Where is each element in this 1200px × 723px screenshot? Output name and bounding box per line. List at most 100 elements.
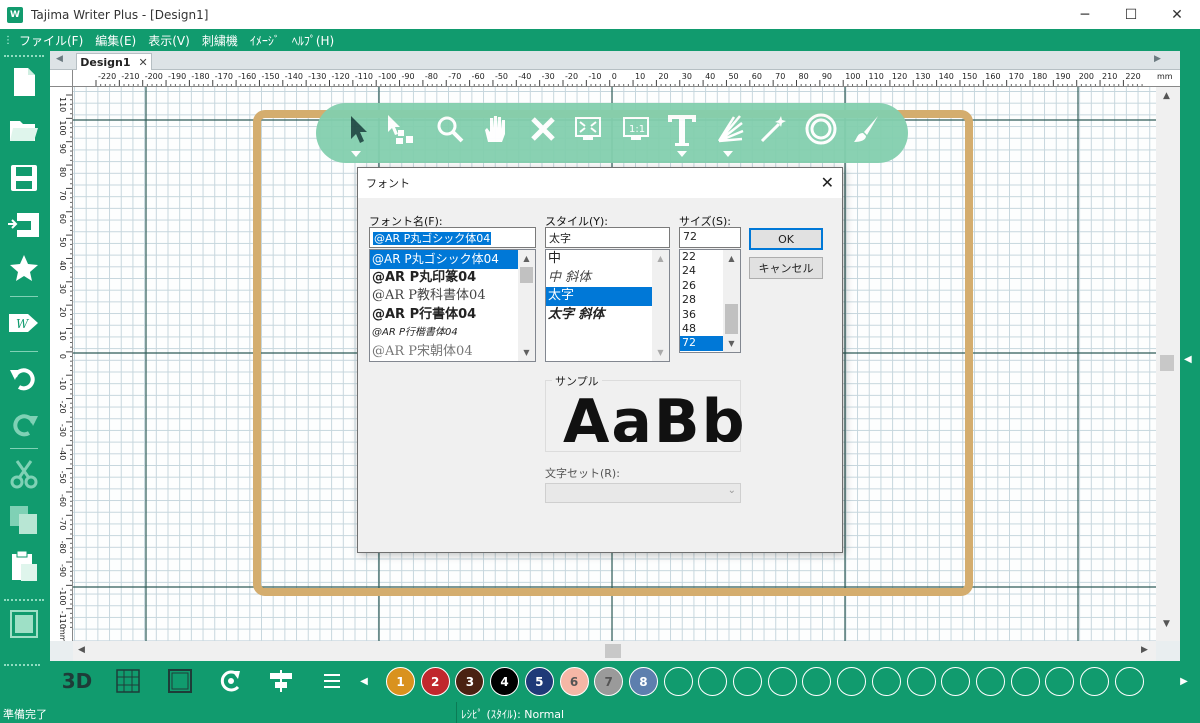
send-to-machine-button[interactable] — [7, 208, 41, 242]
grid-toggle-button[interactable] — [114, 666, 142, 696]
scroll-down-icon[interactable]: ▼ — [1163, 619, 1170, 629]
color-swatch-1[interactable]: 1 — [386, 667, 415, 696]
font-name-input[interactable]: @AR P丸ゴシック体04 — [369, 227, 536, 248]
paste-button[interactable] — [7, 549, 41, 583]
style-list-item[interactable]: 太字 — [546, 287, 653, 306]
minimize-button[interactable]: ─ — [1062, 0, 1108, 29]
scroll-up-icon[interactable]: ▲ — [518, 250, 535, 267]
node-edit-tool-button[interactable] — [382, 111, 418, 147]
hoop-button[interactable] — [803, 111, 839, 147]
menu-help[interactable]: ﾍﾙﾌﾟ(H) — [286, 32, 340, 49]
color-swatch-5[interactable]: 5 — [524, 667, 554, 696]
empty-color-slot[interactable] — [698, 667, 728, 696]
menu-image[interactable]: ｲﾒｰｼﾞ — [244, 32, 286, 49]
menu-file[interactable]: ファイル(F) — [13, 32, 89, 49]
rotate-button[interactable] — [216, 666, 246, 696]
layout-button[interactable] — [7, 607, 41, 641]
scroll-up-icon[interactable]: ▲ — [723, 250, 740, 267]
dialog-close-icon[interactable]: ✕ — [821, 173, 834, 192]
menu-view[interactable]: 表示(V) — [142, 32, 196, 49]
color-swatch-4[interactable]: 4 — [490, 667, 520, 696]
color-scroll-right-icon[interactable]: ▶ — [1176, 666, 1192, 696]
size-list-scroll-thumb[interactable] — [725, 304, 738, 334]
maximize-button[interactable]: ☐ — [1108, 0, 1154, 29]
scroll-up-icon[interactable]: ▲ — [1163, 91, 1170, 101]
zoom-tool-button[interactable] — [432, 111, 468, 147]
align-button[interactable] — [266, 666, 296, 696]
empty-color-slot[interactable] — [663, 667, 693, 696]
brush-tool-button[interactable] — [848, 111, 884, 147]
vertical-scroll-thumb[interactable] — [1160, 355, 1174, 371]
scroll-down-icon[interactable]: ▼ — [723, 335, 740, 352]
empty-color-slot[interactable] — [975, 667, 1005, 696]
empty-color-slot[interactable] — [837, 667, 867, 696]
style-list-item[interactable]: 中 斜体 — [546, 269, 669, 288]
undo-button[interactable] — [7, 361, 41, 395]
tab-scroll-right-icon[interactable]: ▶ — [1154, 54, 1161, 64]
font-list-item[interactable]: @AR P丸印篆04 — [370, 269, 535, 288]
style-list-item[interactable]: 中 — [546, 250, 669, 269]
empty-color-slot[interactable] — [1114, 667, 1144, 696]
save-file-button[interactable] — [7, 161, 41, 195]
scroll-up-icon[interactable]: ▲ — [652, 250, 669, 267]
stitch-tool-dropdown-icon[interactable] — [723, 151, 733, 157]
size-list[interactable]: 22 24 26 28 36 48 72 ▲ ▼ — [679, 249, 741, 353]
fit-to-screen-button[interactable] — [570, 111, 606, 147]
empty-color-slot[interactable] — [1045, 667, 1075, 696]
color-swatch-3[interactable]: 3 — [455, 667, 485, 696]
select-tool-button[interactable] — [340, 111, 376, 147]
scroll-right-icon[interactable]: ▶ — [1141, 645, 1148, 655]
font-list-scrollbar[interactable]: ▲ ▼ — [518, 250, 535, 361]
empty-color-slot[interactable] — [767, 667, 797, 696]
color-swatch-2[interactable]: 2 — [420, 667, 450, 696]
pan-tool-button[interactable] — [477, 111, 513, 147]
3d-view-button[interactable]: 3D — [60, 666, 94, 696]
menu-edit[interactable]: 編集(E) — [89, 32, 142, 49]
font-list-item[interactable]: @AR P行書体04 — [370, 306, 535, 325]
font-list-item[interactable]: @AR P宋朝体04 — [370, 343, 535, 362]
scroll-down-icon[interactable]: ▼ — [518, 344, 535, 361]
delete-button[interactable] — [525, 111, 561, 147]
style-list[interactable]: 中 中 斜体 太字 太字 斜体 ▲ ▼ — [545, 249, 670, 362]
cancel-button[interactable]: キャンセル — [749, 257, 823, 279]
font-list-item[interactable]: @AR P行楷書体04 — [370, 324, 535, 343]
style-list-item[interactable]: 太字 斜体 — [546, 306, 669, 325]
empty-color-slot[interactable] — [1010, 667, 1040, 696]
empty-color-slot[interactable] — [941, 667, 971, 696]
copy-button[interactable] — [7, 503, 41, 537]
horizontal-scroll-thumb[interactable] — [605, 644, 621, 658]
select-tool-dropdown-icon[interactable] — [351, 151, 361, 157]
new-file-button[interactable] — [7, 65, 41, 99]
magic-wand-button[interactable] — [756, 111, 792, 147]
color-swatch-6[interactable]: 6 — [559, 667, 589, 696]
size-input[interactable]: 72 — [679, 227, 741, 248]
actual-size-button[interactable]: 1:1 — [618, 111, 654, 147]
favorites-button[interactable] — [7, 251, 41, 285]
color-swatch-8[interactable]: 8 — [628, 667, 658, 696]
menu-machine[interactable]: 刺繍機 — [196, 32, 244, 49]
font-list[interactable]: @AR P丸ゴシック体04 @AR P丸印篆04 @AR P教科書体04 @AR… — [369, 249, 536, 362]
open-file-button[interactable] — [7, 113, 41, 147]
tab-scroll-left-icon[interactable]: ◀ — [56, 54, 63, 64]
expand-panel-icon[interactable]: ◀ — [1184, 354, 1192, 365]
hoop-toggle-button[interactable] — [166, 666, 194, 696]
cut-button[interactable] — [7, 457, 41, 491]
font-list-item[interactable]: @AR P教科書体04 — [370, 287, 535, 306]
empty-color-slot[interactable] — [733, 667, 762, 696]
redo-button[interactable] — [7, 407, 41, 441]
scroll-left-icon[interactable]: ◀ — [78, 645, 85, 655]
size-list-scrollbar[interactable]: ▲ ▼ — [723, 250, 740, 352]
style-input[interactable]: 太字 — [545, 227, 670, 248]
size-list-item[interactable]: 72 — [680, 336, 724, 351]
empty-color-slot[interactable] — [906, 667, 936, 696]
color-list-button[interactable] — [318, 666, 346, 696]
close-window-button[interactable]: ✕ — [1154, 0, 1200, 29]
style-list-scrollbar[interactable]: ▲ ▼ — [652, 250, 669, 361]
scroll-down-icon[interactable]: ▼ — [652, 344, 669, 361]
empty-color-slot[interactable] — [1080, 667, 1109, 696]
color-swatch-7[interactable]: 7 — [594, 667, 624, 696]
vertical-scrollbar[interactable]: ▲ ▼ — [1156, 87, 1180, 641]
tab-design1[interactable]: Design1 ✕ — [76, 53, 152, 70]
empty-color-slot[interactable] — [802, 667, 832, 696]
empty-color-slot[interactable] — [871, 667, 901, 696]
